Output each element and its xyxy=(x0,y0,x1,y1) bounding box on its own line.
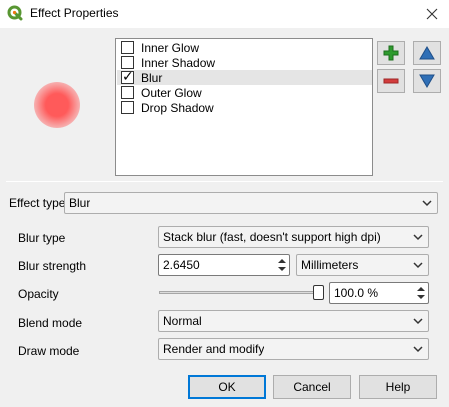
spin-arrows-icon[interactable] xyxy=(415,284,427,302)
chevron-down-icon xyxy=(413,318,423,325)
effect-checkbox[interactable] xyxy=(121,86,134,99)
blur-strength-value: 2.6450 xyxy=(163,258,200,272)
effect-stack-list[interactable]: Inner Glow Inner Shadow ✓ Blur Outer Glo… xyxy=(115,38,373,176)
blur-strength-spinbox[interactable]: 2.6450 xyxy=(158,254,290,276)
list-item-inner-shadow[interactable]: Inner Shadow xyxy=(117,55,372,70)
effect-checkbox[interactable]: ✓ xyxy=(121,68,134,84)
cancel-button[interactable]: Cancel xyxy=(273,375,351,399)
list-item-blur[interactable]: ✓ Blur xyxy=(117,68,372,85)
effect-preview xyxy=(34,82,80,128)
list-item-label: Drop Shadow xyxy=(141,100,214,115)
separator xyxy=(6,181,443,182)
opacity-slider-handle[interactable] xyxy=(313,285,324,300)
chevron-down-icon xyxy=(413,346,423,353)
effect-type-label: Effect type xyxy=(9,196,66,210)
window-title: Effect Properties xyxy=(30,6,119,20)
list-item-drop-shadow[interactable]: Drop Shadow xyxy=(117,100,372,115)
spin-arrows-icon[interactable] xyxy=(276,256,288,274)
blur-type-label: Blur type xyxy=(18,231,66,245)
remove-effect-button[interactable] xyxy=(377,69,405,93)
draw-mode-label: Draw mode xyxy=(18,344,80,358)
draw-mode-value: Render and modify xyxy=(163,342,265,356)
arrow-up-icon xyxy=(419,46,435,60)
effect-type-dropdown[interactable]: Blur xyxy=(64,192,438,214)
blend-mode-label: Blend mode xyxy=(18,316,83,330)
add-effect-button[interactable] xyxy=(377,41,405,65)
plus-icon xyxy=(383,45,399,61)
list-item-label: Blur xyxy=(141,70,163,85)
opacity-label: Opacity xyxy=(18,287,59,301)
list-item-label: Outer Glow xyxy=(141,85,202,100)
chevron-down-icon xyxy=(413,234,423,241)
blur-strength-label: Blur strength xyxy=(18,259,87,273)
move-up-button[interactable] xyxy=(413,41,441,65)
chevron-down-icon xyxy=(413,262,423,269)
arrow-down-icon xyxy=(419,74,435,88)
chevron-down-icon xyxy=(422,200,432,207)
blur-unit-value: Millimeters xyxy=(301,258,359,272)
blend-mode-dropdown[interactable]: Normal xyxy=(158,310,429,332)
opacity-slider-track[interactable] xyxy=(159,291,317,294)
list-item-outer-glow[interactable]: Outer Glow xyxy=(117,85,372,100)
minus-icon xyxy=(383,78,399,84)
checkmark-icon: ✓ xyxy=(122,68,134,84)
ok-button[interactable]: OK xyxy=(188,375,266,399)
effect-type-value: Blur xyxy=(69,196,91,210)
blur-unit-dropdown[interactable]: Millimeters xyxy=(296,254,429,276)
blur-type-dropdown[interactable]: Stack blur (fast, doesn't support high d… xyxy=(158,226,429,248)
qgis-logo-icon xyxy=(7,5,23,21)
list-item-label: Inner Shadow xyxy=(141,55,216,70)
opacity-spinbox[interactable]: 100.0 % xyxy=(329,282,429,304)
move-down-button[interactable] xyxy=(413,69,441,93)
effect-checkbox[interactable] xyxy=(121,101,134,114)
list-item-label: Inner Glow xyxy=(141,40,200,55)
help-button[interactable]: Help xyxy=(359,375,437,399)
close-icon xyxy=(426,8,438,20)
effect-checkbox[interactable] xyxy=(121,41,134,54)
list-item-inner-glow[interactable]: Inner Glow xyxy=(117,40,372,55)
draw-mode-dropdown[interactable]: Render and modify xyxy=(158,338,429,360)
blur-type-value: Stack blur (fast, doesn't support high d… xyxy=(163,230,381,244)
opacity-value: 100.0 % xyxy=(334,286,379,300)
close-button[interactable] xyxy=(420,3,444,25)
blend-mode-value: Normal xyxy=(163,314,202,328)
